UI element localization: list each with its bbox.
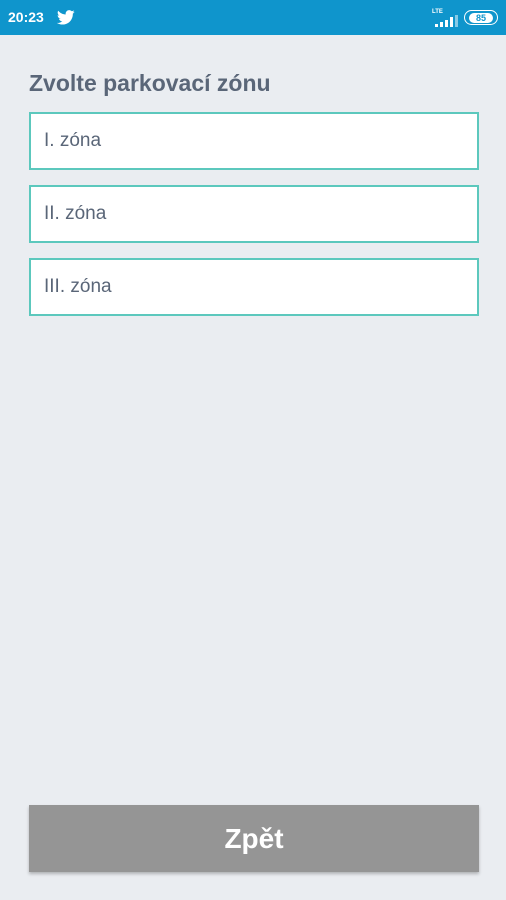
zone-label: II. zóna: [44, 203, 107, 224]
status-bar: 20:23 LTE 85: [0, 0, 506, 35]
battery-level: 85: [468, 12, 493, 23]
twitter-icon: [56, 10, 75, 25]
zone-option-2[interactable]: II. zóna: [29, 185, 479, 243]
zone-label: III. zóna: [44, 276, 112, 297]
zone-list: I. zóna II. zóna III. zóna: [29, 112, 479, 331]
zone-option-1[interactable]: I. zóna: [29, 112, 479, 170]
status-indicators: LTE 85: [432, 8, 498, 27]
network-indicator: LTE: [432, 9, 458, 27]
battery-icon: 85: [464, 10, 498, 25]
zone-option-3[interactable]: III. zóna: [29, 258, 479, 316]
zone-label: I. zóna: [44, 130, 102, 151]
back-button[interactable]: Zpět: [29, 805, 479, 872]
status-time: 20:23: [8, 9, 44, 25]
signal-icon: [434, 14, 458, 27]
page-title: Zvolte parkovací zónu: [29, 70, 271, 96]
